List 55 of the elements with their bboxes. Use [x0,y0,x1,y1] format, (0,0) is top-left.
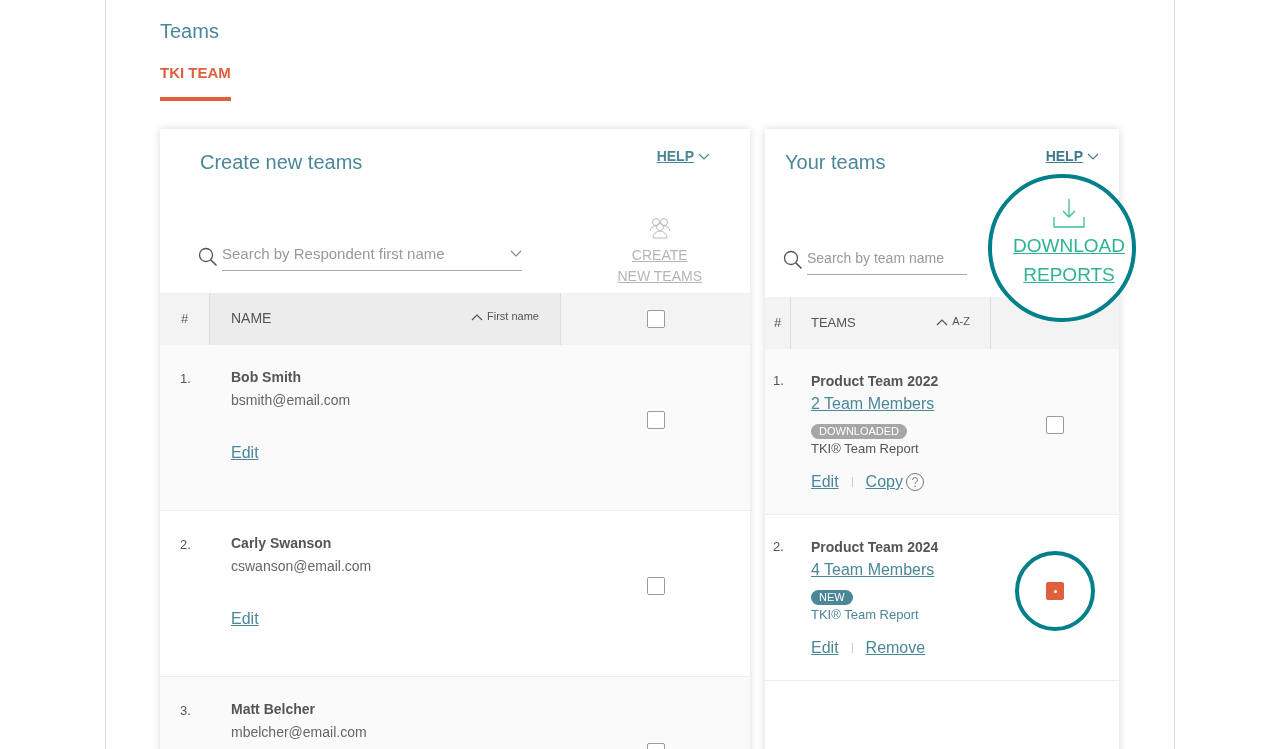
person-email: mbelcher@email.com [231,722,367,742]
report-name: TKI® Team Report [811,605,919,624]
person-name: Matt Belcher [231,699,316,719]
sort-button[interactable]: A-Z [936,313,970,330]
page-title: Teams [160,19,220,44]
checkbox[interactable] [1046,416,1064,434]
action-link[interactable]: Remove [865,636,926,660]
help-link[interactable]: HELP [656,146,710,167]
card-title: Your teams [785,149,886,175]
help-link[interactable]: HELP [1045,146,1099,167]
person-name: Carly Swanson [231,533,332,553]
search-icon [783,250,803,270]
search-field[interactable]: Search by Respondent first name [222,243,522,271]
download-icon [1052,196,1087,229]
action-link[interactable]: Copy [865,470,903,494]
checkbox[interactable] [646,309,665,328]
members-link[interactable]: 2 Team Members [811,391,935,416]
edit-link[interactable]: Edit [231,606,259,631]
tab[interactable]: TKI TEAM [160,62,231,101]
status-badge: DOWNLOADED [811,423,908,439]
row-number: 3. [179,701,192,720]
sort-caret-icon [936,317,949,326]
person-email: bsmith@email.com [231,390,351,410]
chevron-down-icon [510,250,522,259]
people-icon [646,216,673,239]
person-email: cswanson@email.com [231,556,372,576]
row-number: 2. [179,535,192,554]
action-link[interactable]: Edit [811,470,839,494]
person-name: Bob Smith [231,367,301,387]
members-link[interactable]: 4 Team Members [811,557,935,582]
create-teams-button[interactable]: CREATE NEW TEAMS [617,216,702,287]
column-header: NAME [231,309,272,328]
sort-button[interactable]: First name [471,308,539,325]
checkbox[interactable] [646,410,665,429]
edit-link[interactable]: Edit [231,440,259,465]
help-icon[interactable] [904,472,925,492]
column-header: TEAMS [811,313,856,332]
team-name: Product Team 2022 [811,371,939,391]
row-number: 1. [179,369,192,388]
action-link[interactable]: Edit [811,636,839,660]
checkbox[interactable] [1046,582,1064,600]
chevron-down-icon [1087,152,1099,161]
team-name: Product Team 2024 [811,537,939,557]
chevron-down-icon [698,152,710,161]
search-icon [198,246,218,267]
card-title: Create new teams [200,149,363,175]
row-number: 1. [772,371,785,390]
row-number: 2. [772,537,785,556]
download-reports-button[interactable]: DOWNLOAD REPORTS [1013,196,1125,289]
report-name: TKI® Team Report [811,439,919,458]
sort-caret-icon [471,312,484,321]
search-field[interactable]: Search by team name [807,245,967,275]
checkbox[interactable] [646,576,665,595]
status-badge: NEW [811,589,853,605]
column-header: # [765,296,791,349]
